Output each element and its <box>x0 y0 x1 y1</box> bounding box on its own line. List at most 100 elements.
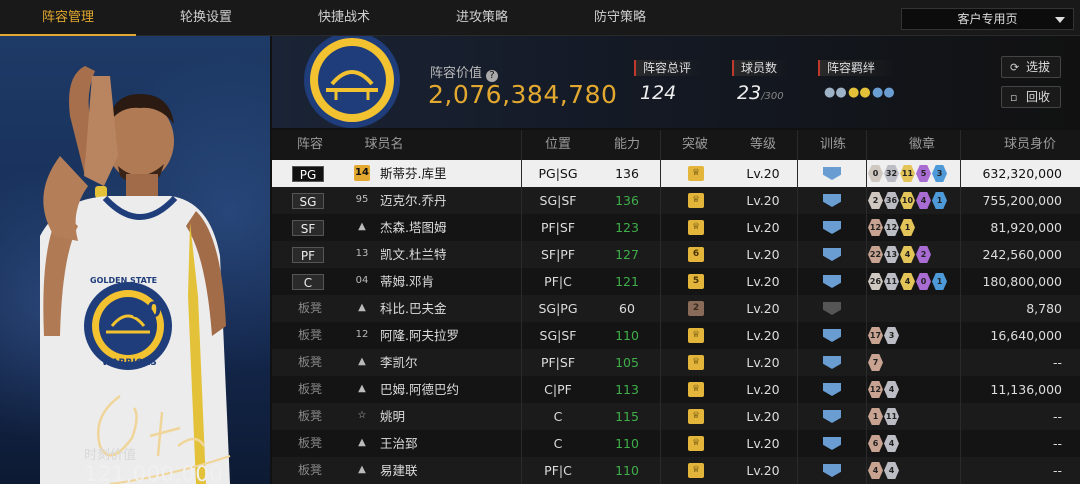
player-ability: 110 <box>615 463 639 478</box>
breakthrough-badge[interactable]: 6 <box>688 247 704 262</box>
col-level[interactable]: 等级 <box>728 130 798 160</box>
lineup-slot[interactable]: C <box>292 274 324 290</box>
bond-icon-3[interactable]: ●● <box>872 85 895 100</box>
crown-icon[interactable]: ♕ <box>688 382 704 397</box>
lineup-slot[interactable]: PG <box>292 166 324 182</box>
badge-list[interactable]: 26 11 4 0 1 <box>868 272 948 291</box>
training-icon[interactable] <box>823 302 841 315</box>
lineup-slot[interactable]: 板凳 <box>298 295 322 322</box>
table-row[interactable]: SG 95 迈克尔.乔丹 SG|SF 136 ♕ Lv.20 2 36 10 4 1 755,200,0… <box>272 187 1080 214</box>
training-icon[interactable] <box>823 329 841 342</box>
lineup-slot[interactable]: PF <box>292 247 324 263</box>
lineup-slot[interactable]: 板凳 <box>298 376 322 403</box>
player-name[interactable]: 凯文.杜兰特 <box>380 241 446 268</box>
table-row[interactable]: PG 14 斯蒂芬.库里 PG|SG 136 ♕ Lv.20 0 32 11 5 3 632,320,0… <box>272 160 1080 187</box>
client-select[interactable]: 客户专用页 <box>901 8 1074 30</box>
overall-value: 124 <box>640 82 677 104</box>
player-name[interactable]: 迈克尔.乔丹 <box>380 187 446 214</box>
badge-list[interactable]: 12 4 <box>868 380 900 399</box>
training-icon[interactable] <box>823 383 841 396</box>
player-name[interactable]: 王治郅 <box>380 430 418 457</box>
player-ability: 127 <box>615 247 639 262</box>
crown-icon[interactable]: ♕ <box>688 436 704 451</box>
player-name[interactable]: 蒂姆.邓肯 <box>380 268 434 295</box>
player-card[interactable]: GOLDEN STATE 30 WARRIORS 时刻价值 121,000,00… <box>0 36 270 484</box>
badge-icon: 4 <box>868 462 883 479</box>
breakthrough-badge[interactable]: 5 <box>688 274 704 289</box>
player-position: PF|SF <box>540 220 576 235</box>
player-ability: 121 <box>615 274 639 289</box>
training-icon[interactable] <box>823 221 841 234</box>
col-training[interactable]: 训练 <box>798 130 868 160</box>
col-position[interactable]: 位置 <box>520 130 596 160</box>
table-row[interactable]: 板凳 ▲ 易建联 PF|C 110 ♕ Lv.20 4 4 -- <box>272 457 1080 484</box>
table-row[interactable]: 板凳 ☆ 姚明 C 115 ♕ Lv.20 1 11 -- <box>272 403 1080 430</box>
breakthrough-badge[interactable]: 2 <box>688 301 704 316</box>
badge-list[interactable]: 7 <box>868 353 884 372</box>
crown-icon[interactable]: ♕ <box>688 328 704 343</box>
crown-icon[interactable]: ♕ <box>688 409 704 424</box>
table-row[interactable]: 板凳 12 阿隆.阿夫拉罗 SG|SF 110 ♕ Lv.20 17 3 16,640,000 <box>272 322 1080 349</box>
table-row[interactable]: 板凳 ▲ 巴姆.阿德巴约 C|PF 113 ♕ Lv.20 12 4 11,136,000 <box>272 376 1080 403</box>
badge-list[interactable]: 2 36 10 4 1 <box>868 191 948 210</box>
lineup-slot[interactable]: 板凳 <box>298 457 322 484</box>
training-icon[interactable] <box>823 275 841 288</box>
table-row[interactable]: 板凳 ▲ 王治郅 C 110 ♕ Lv.20 6 4 -- <box>272 430 1080 457</box>
table-row[interactable]: PF 13 凯文.杜兰特 SF|PF 127 6 Lv.20 22 13 4 2 242,560,00… <box>272 241 1080 268</box>
lineup-slot[interactable]: 板凳 <box>298 403 322 430</box>
crown-icon[interactable]: ♕ <box>688 463 704 478</box>
training-icon[interactable] <box>823 194 841 207</box>
table-row[interactable]: SF ▲ 杰森.塔图姆 PF|SF 123 ♕ Lv.20 12 12 1 81,920,000 <box>272 214 1080 241</box>
lineup-slot[interactable]: 板凳 <box>298 430 322 457</box>
badge-list[interactable]: 44 <box>868 461 900 480</box>
badge-list[interactable]: 22 13 4 2 <box>868 245 932 264</box>
player-name[interactable]: 阿隆.阿夫拉罗 <box>380 322 459 349</box>
lineup-slot[interactable]: 板凳 <box>298 322 322 349</box>
tab-tactics[interactable]: 快捷战术 <box>276 0 412 36</box>
crown-icon[interactable]: ♕ <box>688 193 704 208</box>
select-button[interactable]: ⟳ 选拔 <box>1001 56 1061 78</box>
badge-list[interactable]: 0 32 11 5 3 <box>868 164 948 183</box>
tab-defense[interactable]: 防守策略 <box>552 0 688 36</box>
training-icon[interactable] <box>823 464 841 477</box>
badge-list[interactable]: 12 12 1 <box>868 218 916 237</box>
tab-offense[interactable]: 进攻策略 <box>412 0 552 36</box>
table-row[interactable]: 板凳 ▲ 科比.巴夫金 SG|PG 60 2 Lv.20 8,780 <box>272 295 1080 322</box>
player-name[interactable]: 斯蒂芬.库里 <box>380 160 446 187</box>
lineup-slot[interactable]: SF <box>292 220 324 236</box>
training-icon[interactable] <box>823 410 841 423</box>
player-name[interactable]: 李凯尔 <box>380 349 418 376</box>
player-name[interactable]: 姚明 <box>380 403 405 430</box>
bond-icon-2[interactable]: ●● <box>848 85 871 100</box>
lineup-slot[interactable]: SG <box>292 193 324 209</box>
col-breakthrough[interactable]: 突破 <box>660 130 730 160</box>
crown-icon[interactable]: ♕ <box>688 220 704 235</box>
player-name[interactable]: 杰森.塔图姆 <box>380 214 446 241</box>
table-row[interactable]: C 04 蒂姆.邓肯 PF|C 121 5 Lv.20 26 11 4 0 1 180,800,000 <box>272 268 1080 295</box>
training-icon[interactable] <box>823 356 841 369</box>
col-badges[interactable]: 徽章 <box>872 130 972 160</box>
col-ability[interactable]: 能力 <box>592 130 662 160</box>
crown-icon[interactable]: ♕ <box>688 355 704 370</box>
crown-icon[interactable]: ♕ <box>688 166 704 181</box>
training-icon[interactable] <box>823 167 841 180</box>
training-icon[interactable] <box>823 248 841 261</box>
tab-lineup[interactable]: 阵容管理 <box>0 0 136 36</box>
training-icon[interactable] <box>823 437 841 450</box>
lineup-summary: 阵容价值? 2,076,384,780 阵容总评 124 球员数 23/300 … <box>272 36 1080 128</box>
col-lineup[interactable]: 阵容 <box>272 130 348 160</box>
badge-list[interactable]: 1 11 <box>868 407 900 426</box>
col-price[interactable]: 球员身价 <box>982 130 1078 160</box>
recycle-button[interactable]: ▫ 回收 <box>1001 86 1061 108</box>
player-level: Lv.20 <box>746 193 780 208</box>
table-row[interactable]: 板凳 ▲ 李凯尔 PF|SF 105 ♕ Lv.20 7 -- <box>272 349 1080 376</box>
player-name[interactable]: 科比.巴夫金 <box>380 295 446 322</box>
lineup-slot[interactable]: 板凳 <box>298 349 322 376</box>
player-name[interactable]: 巴姆.阿德巴约 <box>380 376 459 403</box>
col-name[interactable]: 球员名 <box>348 130 420 160</box>
tab-rotation[interactable]: 轮换设置 <box>136 0 276 36</box>
player-name[interactable]: 易建联 <box>380 457 418 484</box>
badge-list[interactable]: 17 3 <box>868 326 900 345</box>
bond-icon-1[interactable]: ●● <box>824 85 847 100</box>
badge-list[interactable]: 64 <box>868 434 900 453</box>
